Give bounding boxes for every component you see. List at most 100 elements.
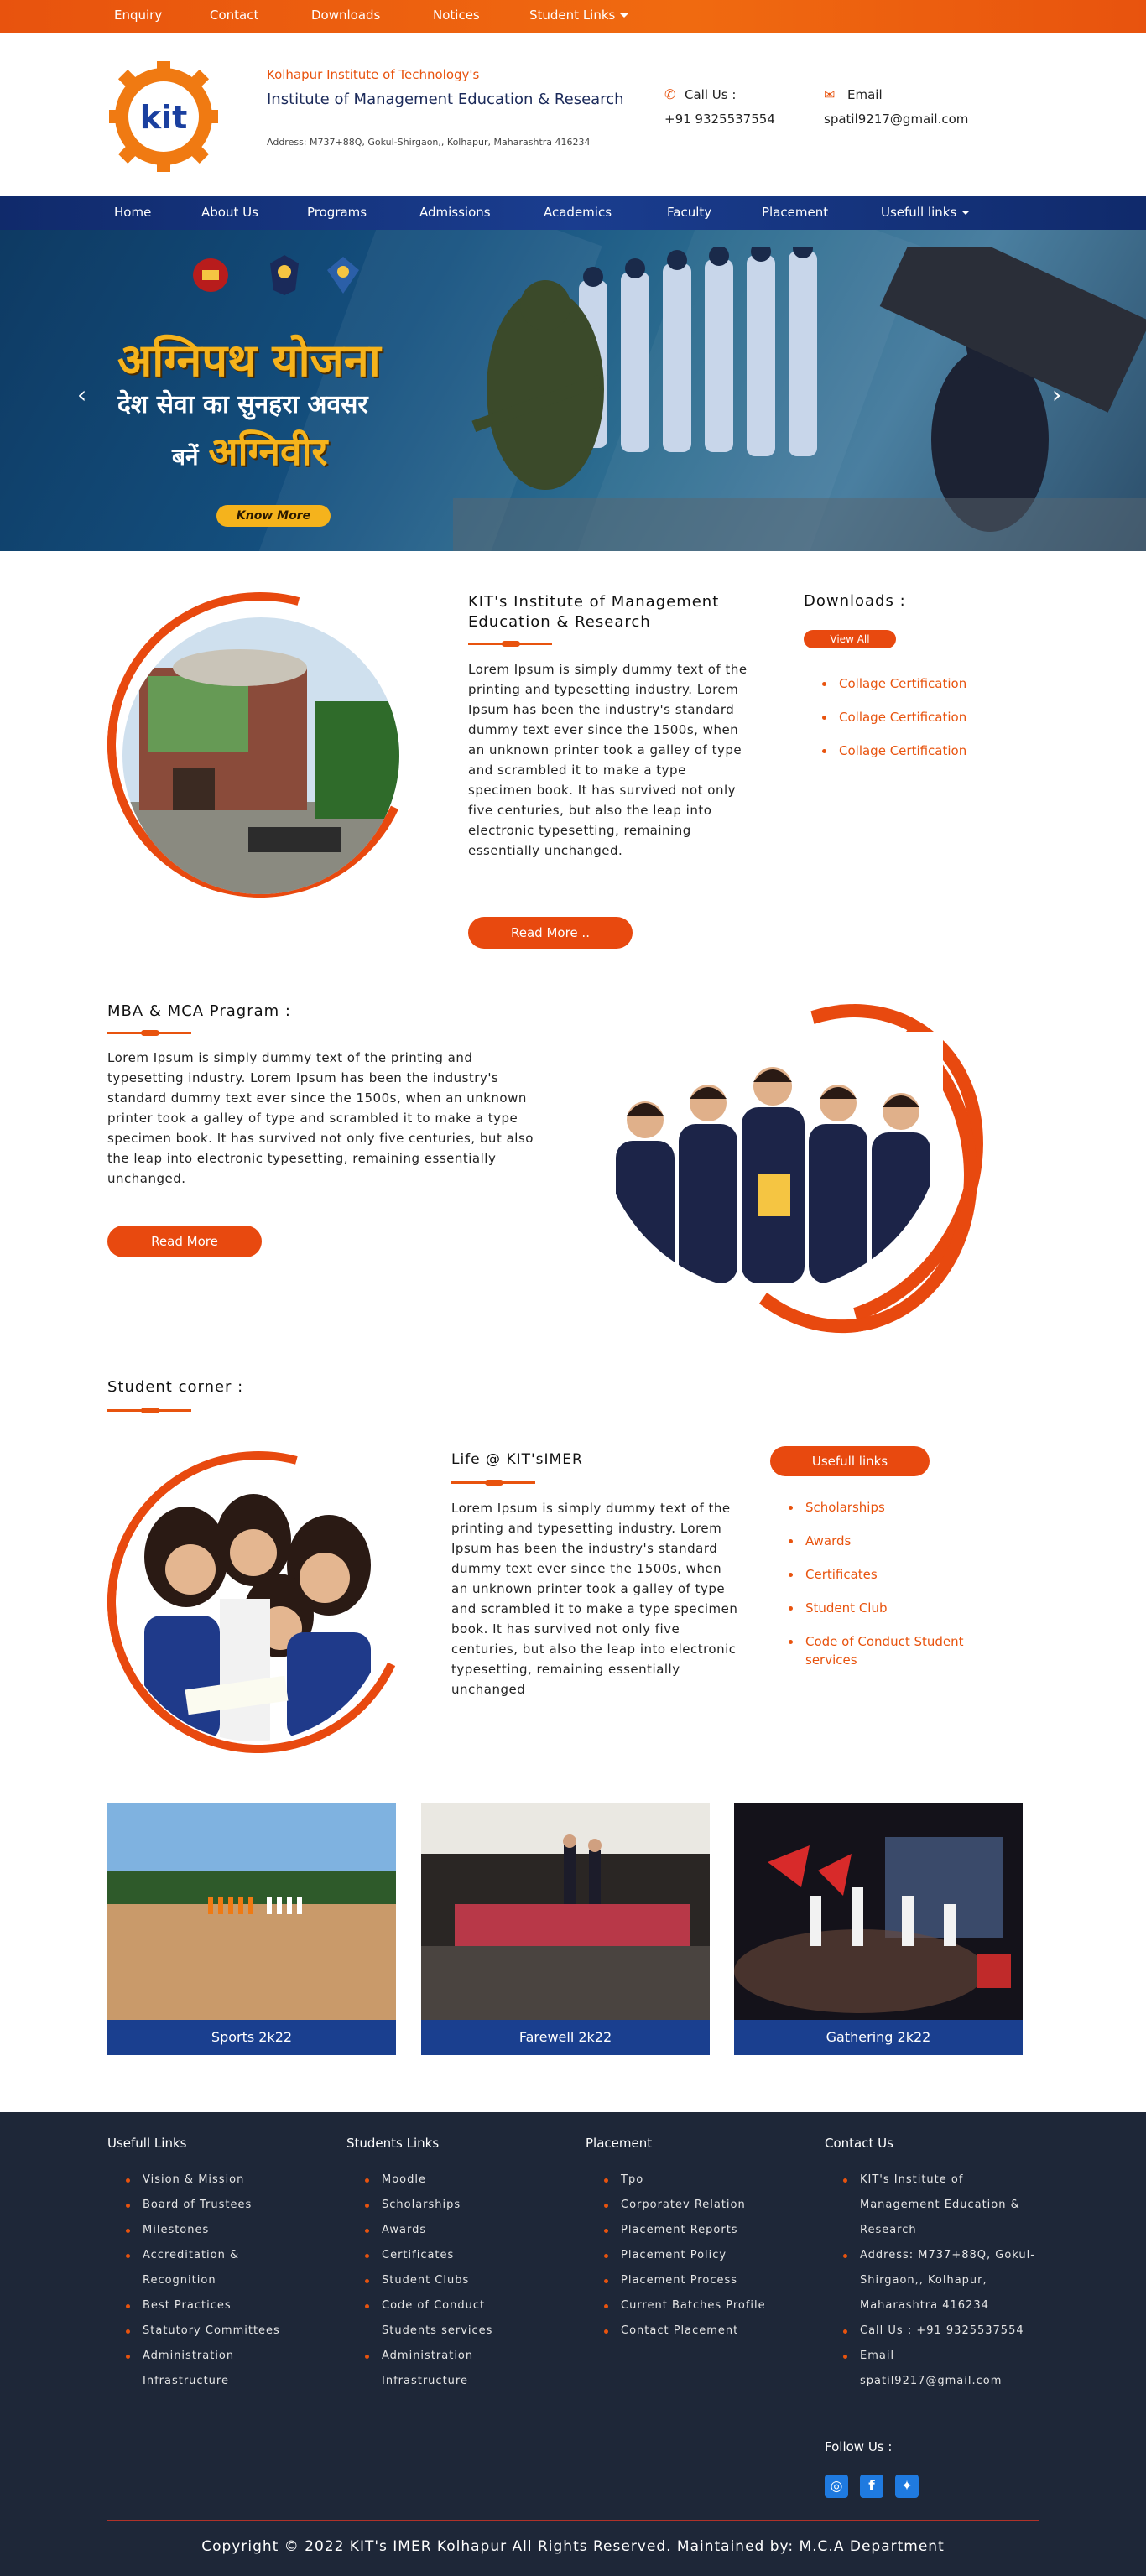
gallery-card-farewell[interactable]: Farewell 2k22: [421, 1803, 710, 2055]
nav-about-us[interactable]: About Us: [201, 205, 258, 220]
topbar-enquiry-link[interactable]: Enquiry: [114, 8, 162, 23]
hero-soldiers-image: [453, 247, 1146, 551]
nav-faculty[interactable]: Faculty: [667, 205, 711, 220]
useful-links-heading: Usefull links: [770, 1446, 930, 1476]
footer-contact-list: KIT's Institute of Management Education …: [841, 2167, 1043, 2394]
nav-programs[interactable]: Programs: [307, 205, 367, 220]
follow-us-label: Follow Us :: [825, 2439, 893, 2454]
institute-parent-name: Kolhapur Institute of Technology's: [267, 67, 480, 82]
gallery-caption: Farewell 2k22: [421, 2020, 710, 2055]
email-label: Email: [847, 87, 883, 102]
chevron-down-icon: [961, 211, 971, 215]
twitter-icon[interactable]: ✦: [895, 2475, 919, 2498]
site-footer: Usefull Links Vision & Mission Board of …: [0, 2112, 1146, 2576]
carousel-prev-icon[interactable]: ‹: [77, 381, 86, 409]
useful-link-certificates[interactable]: Certificates: [787, 1565, 988, 1584]
footer-link[interactable]: Board of Trustees: [124, 2193, 309, 2218]
footer-link[interactable]: Code of Conduct Students services: [363, 2293, 506, 2344]
view-all-button[interactable]: View All: [804, 630, 896, 648]
footer-students-links-list: Moodle Scholarships Awards Certificates …: [363, 2167, 531, 2394]
instagram-icon[interactable]: ◎: [825, 2475, 848, 2498]
topbar-contact-link[interactable]: Contact: [210, 8, 258, 23]
useful-links-list: Scholarships Awards Certificates Student…: [787, 1498, 988, 1684]
download-link[interactable]: Collage Certification: [820, 708, 1022, 726]
useful-link-code-of-conduct[interactable]: Code of Conduct Student services: [787, 1632, 988, 1669]
student-corner-title: Student corner :: [107, 1378, 244, 1396]
footer-link[interactable]: Tpo: [602, 2167, 804, 2193]
footer-link[interactable]: Accreditation & Recognition: [124, 2243, 267, 2293]
downloads-title: Downloads :: [804, 592, 906, 610]
nav-placement[interactable]: Placement: [762, 205, 828, 220]
footer-link[interactable]: Administration Infrastructure: [124, 2344, 267, 2394]
footer-contact-phone[interactable]: Call Us : +91 9325537554: [841, 2318, 1043, 2344]
footer-link[interactable]: Milestones: [124, 2218, 309, 2243]
airforce-emblem-icon: [327, 257, 359, 294]
useful-link-awards[interactable]: Awards: [787, 1532, 988, 1550]
phone-icon: ✆: [664, 86, 676, 102]
nav-academics[interactable]: Academics: [544, 205, 612, 220]
footer-link[interactable]: Statutory Committees: [124, 2318, 309, 2344]
carousel-next-icon[interactable]: ›: [1052, 381, 1061, 409]
life-text: Lorem Ipsum is simply dummy text of the …: [451, 1501, 738, 1697]
programs-title: MBA & MCA Pragram :: [107, 1002, 291, 1020]
footer-link[interactable]: Certificates: [363, 2243, 531, 2268]
hero-subtitle: देश सेवा का सुनहरा अवसर: [117, 390, 368, 419]
footer-link[interactable]: Student Clubs: [363, 2268, 531, 2293]
footer-contact-email[interactable]: Email spatil9217@gmail.com: [841, 2344, 1009, 2394]
hero-tagline-prefix: बनें: [172, 443, 199, 471]
about-read-more-button[interactable]: Read More ..: [468, 917, 633, 949]
site-header: kit Kolhapur Institute of Technology's I…: [0, 33, 1146, 196]
useful-link-scholarships[interactable]: Scholarships: [787, 1498, 988, 1517]
know-more-button[interactable]: Know More: [216, 505, 331, 527]
gallery-card-gathering[interactable]: Gathering 2k22: [734, 1803, 1023, 2055]
footer-link[interactable]: Contact Placement: [602, 2318, 804, 2344]
title-underline: [451, 1480, 535, 1486]
nav-home[interactable]: Home: [114, 205, 151, 220]
download-link[interactable]: Collage Certification: [820, 742, 1022, 760]
topbar-student-links-label: Student Links: [529, 8, 616, 23]
footer-link[interactable]: Placement Policy: [602, 2243, 804, 2268]
students-studying-image: [119, 1473, 388, 1741]
call-label: Call Us :: [685, 87, 737, 102]
farewell-photo: [421, 1803, 710, 2020]
hero-tagline-main: अग्निवीर: [208, 429, 328, 474]
gallery-caption: Gathering 2k22: [734, 2020, 1023, 2055]
topbar-student-links-dropdown[interactable]: Student Links: [529, 8, 629, 23]
footer-link[interactable]: Moodle: [363, 2167, 531, 2193]
footer-link[interactable]: Scholarships: [363, 2193, 531, 2218]
sports-photo: [107, 1803, 396, 2020]
footer-link[interactable]: Corporatev Relation: [602, 2193, 804, 2218]
campus-building-image: [122, 617, 399, 894]
footer-divider: [107, 2520, 1039, 2521]
footer-link[interactable]: Placement Process: [602, 2268, 804, 2293]
email-value[interactable]: spatil9217@gmail.com: [824, 112, 968, 127]
hero-carousel[interactable]: अग्निपथ योजना देश सेवा का सुनहरा अवसर बन…: [0, 230, 1146, 551]
useful-link-student-club[interactable]: Student Club: [787, 1599, 988, 1617]
hero-tagline: बनें अग्निवीर: [172, 424, 327, 476]
kit-logo[interactable]: kit: [109, 58, 218, 175]
topbar-downloads-link[interactable]: Downloads: [311, 8, 380, 23]
call-value[interactable]: +91 9325537554: [664, 112, 775, 127]
footer-link[interactable]: Vision & Mission: [124, 2167, 309, 2193]
about-text: Lorem Ipsum is simply dummy text of the …: [468, 662, 748, 858]
nav-admissions[interactable]: Admissions: [419, 205, 491, 220]
student-life-figure: [52, 1396, 465, 1808]
gathering-photo: [734, 1803, 1023, 2020]
main-nav: Home About Us Programs Admissions Academ…: [0, 196, 1146, 230]
footer-link[interactable]: Awards: [363, 2218, 531, 2243]
programs-read-more-button[interactable]: Read More: [107, 1226, 262, 1257]
download-link[interactable]: Collage Certification: [820, 674, 1022, 693]
gallery-card-sports[interactable]: Sports 2k22: [107, 1803, 396, 2055]
footer-link[interactable]: Best Practices: [124, 2293, 309, 2318]
footer-link[interactable]: Placement Reports: [602, 2218, 804, 2243]
institute-address: Address: M737+88Q, Gokul-Shirgaon,, Kolh…: [267, 137, 591, 148]
footer-link[interactable]: Current Batches Profile: [602, 2293, 804, 2318]
topbar-notices-link[interactable]: Notices: [433, 8, 480, 23]
army-emblem-icon: [193, 258, 228, 292]
chevron-down-icon: [620, 13, 629, 18]
footer-link[interactable]: Administration Infrastructure: [363, 2344, 506, 2394]
facebook-icon[interactable]: f: [860, 2475, 883, 2498]
nav-useful-links-dropdown[interactable]: Usefull links: [881, 205, 971, 220]
footer-useful-links-list: Vision & Mission Board of Trustees Miles…: [124, 2167, 309, 2394]
top-bar: Enquiry Contact Downloads Notices Studen…: [0, 0, 1146, 33]
